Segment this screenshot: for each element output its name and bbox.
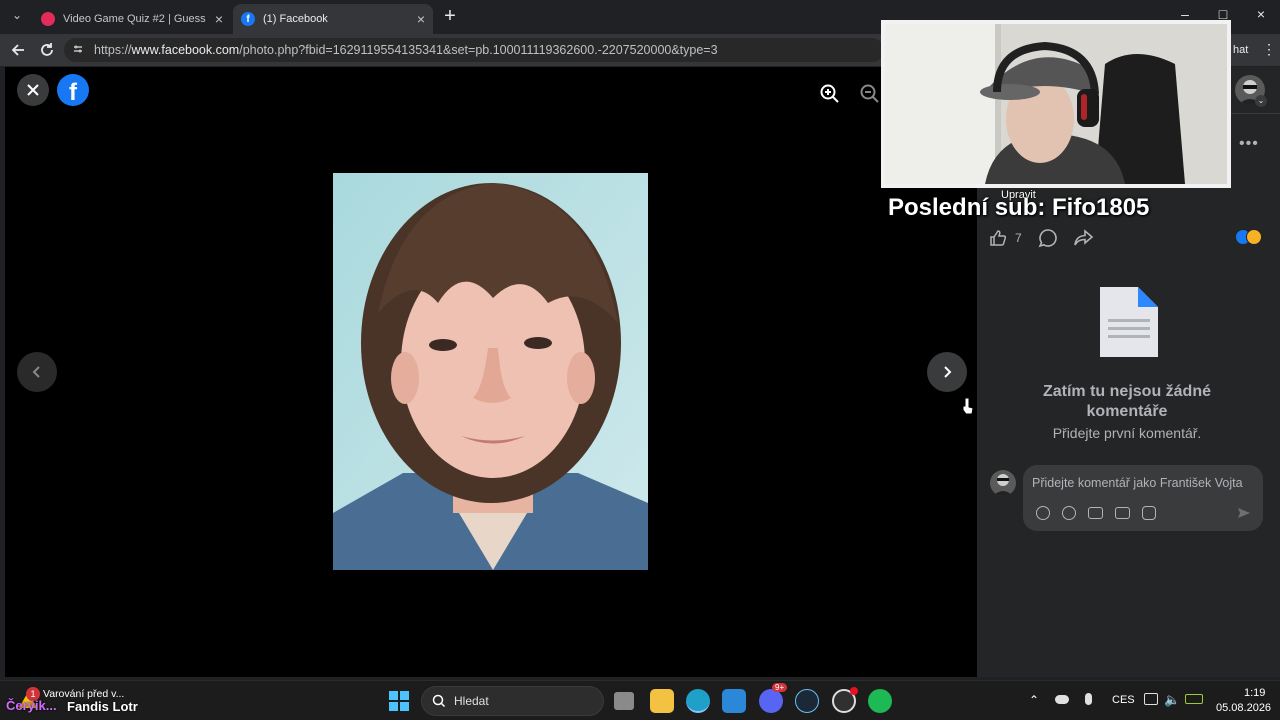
zoom-in-icon[interactable]	[815, 79, 845, 109]
like-icon	[990, 230, 1007, 246]
close-tab-icon[interactable]: ×	[215, 11, 223, 27]
back-icon[interactable]	[8, 40, 28, 60]
url-prefix: https://	[94, 43, 132, 57]
new-tab-button[interactable]: +	[440, 6, 460, 26]
address-bar[interactable]: https://www.facebook.com/photo.php?fbid=…	[64, 38, 884, 62]
mouse-cursor-icon	[960, 397, 974, 420]
sticker-icon[interactable]	[1142, 506, 1156, 520]
camera-icon[interactable]	[1088, 507, 1103, 519]
discord-icon[interactable]: 9+	[759, 683, 788, 713]
commenter-avatar[interactable]	[990, 470, 1016, 496]
microphone-icon[interactable]	[1085, 693, 1092, 705]
spotify-icon[interactable]	[868, 689, 892, 713]
volume-icon[interactable]: 🔈	[1164, 692, 1180, 708]
windows-taskbar: 1 Varování před v... Čerýik... Fandis Lo…	[0, 680, 1280, 720]
share-icon[interactable]	[1074, 229, 1094, 252]
like-count: 7	[1015, 231, 1022, 245]
taskbar-search[interactable]: Hledat	[421, 686, 604, 716]
facebook-logo[interactable]: f	[57, 74, 89, 106]
profile-photo[interactable]	[333, 173, 648, 570]
reactions-icon[interactable]	[1235, 229, 1263, 245]
webcam-overlay	[881, 20, 1231, 188]
chat-label[interactable]: hat	[1233, 44, 1248, 56]
onedrive-icon[interactable]	[1055, 695, 1069, 704]
comment-icon[interactable]	[1038, 228, 1058, 253]
empty-title-line-1: Zatím tu nejsou žádné	[1042, 383, 1211, 400]
gif-icon[interactable]	[1115, 507, 1130, 519]
edge-icon[interactable]	[686, 689, 710, 713]
comment-composer[interactable]: Přidejte komentář jako František Vojta	[1023, 465, 1263, 531]
chevron-left-icon[interactable]	[17, 352, 57, 392]
url-host: www.facebook.com	[131, 43, 240, 57]
search-icon	[432, 694, 446, 708]
chevron-right-icon[interactable]	[927, 352, 967, 392]
url-path: /photo.php?fbid=1629119554135341&set=pb.…	[239, 43, 718, 57]
photo-viewer: f	[5, 67, 977, 677]
close-tab-icon[interactable]: ×	[417, 11, 425, 27]
language-indicator[interactable]: CES	[1112, 694, 1135, 706]
emoji-icon[interactable]	[1062, 506, 1076, 520]
discord-badge: 9+	[772, 683, 788, 692]
task-view-icon[interactable]	[614, 692, 634, 710]
last-subscriber-overlay: Poslední sub: Fifo1805	[888, 194, 1150, 221]
avatar-sticker-icon[interactable]	[1036, 506, 1050, 520]
tab-list-dropdown-icon[interactable]: ⌄	[8, 8, 26, 26]
youtube-favicon-icon	[41, 12, 55, 26]
tab-facebook[interactable]: f (1) Facebook ×	[233, 4, 433, 34]
windows-start-icon[interactable]	[389, 691, 409, 711]
reload-icon[interactable]	[37, 40, 57, 60]
network-icon[interactable]	[1144, 693, 1158, 705]
steam-icon[interactable]	[795, 689, 819, 713]
obs-icon[interactable]	[832, 687, 858, 713]
more-options-icon[interactable]: •••	[1239, 135, 1259, 153]
streamer-name: Fandis Lotr	[67, 699, 138, 714]
account-chevron-down-icon[interactable]: ⌄	[1255, 95, 1267, 107]
clock-date[interactable]: 05.08.2026	[1216, 702, 1271, 714]
battery-icon[interactable]	[1185, 694, 1203, 704]
streamer-overlay-line: Čerýik...	[6, 698, 57, 713]
facebook-favicon-icon: f	[241, 12, 255, 26]
tab-video-game-quiz[interactable]: Video Game Quiz #2 | Guess the C ×	[33, 4, 231, 34]
clock-time[interactable]: 1:19	[1244, 687, 1265, 699]
empty-title-line-2: komentáře	[1086, 403, 1168, 420]
store-icon[interactable]	[722, 689, 746, 713]
comment-input[interactable]: Přidejte komentář jako František Vojta	[1032, 476, 1257, 490]
tab-title: (1) Facebook	[263, 13, 328, 25]
empty-comments-title: Zatím tu nejsou žádné komentáře	[977, 382, 1277, 422]
search-placeholder: Hledat	[454, 694, 489, 708]
tab-title: Video Game Quiz #2 | Guess the C	[63, 13, 209, 25]
file-explorer-icon[interactable]	[650, 689, 674, 713]
empty-comments-subtitle: Přidejte první komentář.	[1052, 425, 1202, 441]
document-icon	[1098, 285, 1160, 364]
like-button[interactable]: 7	[989, 229, 1022, 247]
close-window-icon[interactable]: ×	[1246, 6, 1276, 22]
close-icon[interactable]	[17, 74, 49, 106]
send-icon[interactable]	[1237, 506, 1251, 525]
show-hidden-icons-chevron[interactable]: ⌃	[1029, 693, 1039, 707]
browser-menu-icon[interactable]: ⋮	[1262, 41, 1276, 58]
site-info-icon[interactable]	[72, 43, 86, 58]
